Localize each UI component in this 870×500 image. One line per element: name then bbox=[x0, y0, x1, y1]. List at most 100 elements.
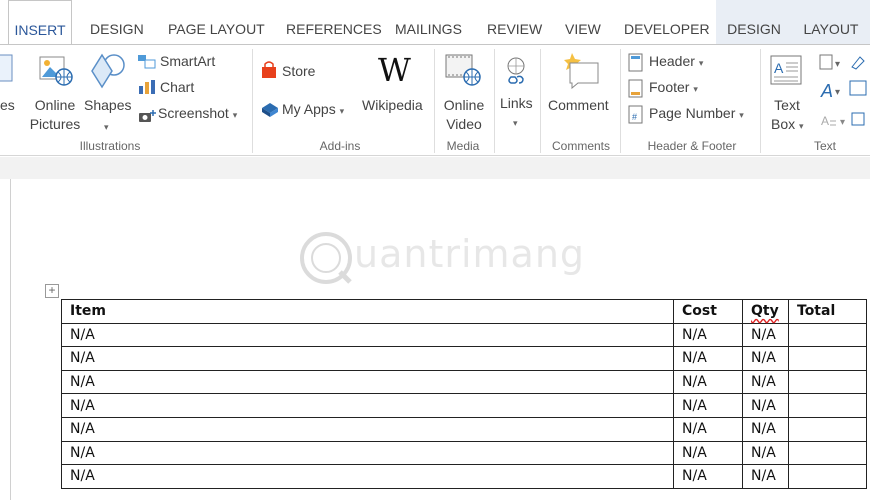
footer-icon bbox=[628, 79, 643, 98]
tab-review[interactable]: REVIEW bbox=[487, 0, 542, 44]
tab-mailings[interactable]: MAILINGS bbox=[395, 0, 462, 44]
screenshot-button[interactable]: Screenshot ▾ bbox=[158, 103, 237, 125]
my-apps-button[interactable]: My Apps ▾ bbox=[282, 99, 344, 121]
store-button[interactable]: Store bbox=[282, 61, 315, 81]
table-cell-qty[interactable]: N/A bbox=[742, 464, 789, 489]
comment-button[interactable]: Comment bbox=[548, 95, 609, 115]
chart-icon bbox=[139, 80, 155, 94]
table-cell-total[interactable] bbox=[788, 369, 867, 395]
online-pictures-label-2[interactable]: Pictures bbox=[28, 114, 82, 134]
table-cell-item[interactable]: N/A bbox=[61, 369, 674, 395]
tab-references[interactable]: REFERENCES bbox=[286, 0, 382, 44]
table-header-row: Item Cost Qty Total bbox=[61, 299, 867, 324]
svg-text:▾: ▾ bbox=[835, 87, 840, 98]
my-apps-icon bbox=[262, 103, 278, 117]
header-dropdown-icon: ▾ bbox=[698, 58, 704, 68]
table-cell-total[interactable] bbox=[788, 464, 867, 489]
footer-button[interactable]: Footer ▾ bbox=[649, 77, 698, 99]
table-cell-item[interactable]: N/A bbox=[61, 393, 674, 418]
header-cell-total[interactable]: Total bbox=[788, 299, 867, 324]
online-pictures-label-1[interactable]: Online bbox=[30, 95, 80, 115]
table-cell-qty[interactable]: N/A bbox=[742, 369, 789, 395]
group-label-addins: Add-ins bbox=[319, 139, 361, 153]
table-row: N/A N/A N/A bbox=[61, 393, 867, 418]
table-cell-cost[interactable]: N/A bbox=[673, 416, 743, 442]
table-cell-item[interactable]: N/A bbox=[61, 416, 674, 442]
online-video-icon[interactable] bbox=[444, 53, 484, 89]
svg-text:▾: ▾ bbox=[840, 117, 845, 128]
page-number-button[interactable]: Page Number ▾ bbox=[649, 103, 744, 125]
data-table[interactable]: Item Cost Qty Total N/A N/A N/A N/A N/A N/A N/… bbox=[61, 299, 867, 489]
table-cell-qty[interactable]: N/A bbox=[742, 346, 789, 371]
screenshot-icon bbox=[139, 110, 156, 122]
table-cell-cost[interactable]: N/A bbox=[673, 464, 743, 489]
text-box-label-2[interactable]: Box ▾ bbox=[771, 114, 804, 136]
table-row: N/A N/A N/A bbox=[61, 369, 867, 395]
table-cell-qty[interactable]: N/A bbox=[742, 322, 789, 348]
tab-table-layout[interactable]: LAYOUT bbox=[792, 0, 870, 44]
svg-text:▾: ▾ bbox=[835, 59, 840, 70]
text-box-icon[interactable]: A bbox=[770, 55, 804, 89]
links-label[interactable]: Links bbox=[500, 93, 533, 113]
table-cell-cost[interactable]: N/A bbox=[673, 346, 743, 371]
header-button[interactable]: Header ▾ bbox=[649, 51, 703, 73]
table-row: N/A N/A N/A bbox=[61, 416, 867, 442]
wikipedia-button[interactable]: Wikipedia bbox=[362, 95, 423, 115]
table-cell-total[interactable] bbox=[788, 346, 867, 371]
shapes-icon[interactable] bbox=[88, 51, 128, 89]
table-cell-item[interactable]: N/A bbox=[61, 346, 674, 371]
table-cell-total[interactable] bbox=[788, 322, 867, 348]
group-separator bbox=[540, 49, 541, 153]
table-cell-cost[interactable]: N/A bbox=[673, 369, 743, 395]
my-apps-label: My Apps bbox=[282, 101, 336, 117]
table-cell-qty[interactable]: N/A bbox=[742, 393, 789, 418]
header-cell-qty[interactable]: Qty bbox=[742, 299, 789, 324]
wikipedia-icon: W bbox=[378, 51, 411, 89]
svg-text:#: # bbox=[632, 112, 637, 122]
smartart-button[interactable]: SmartArt bbox=[160, 51, 215, 71]
tab-developer[interactable]: DEVELOPER bbox=[624, 0, 710, 44]
store-icon bbox=[262, 61, 276, 78]
table-cell-item[interactable]: N/A bbox=[61, 464, 674, 489]
header-label: Header bbox=[649, 53, 695, 69]
links-icon[interactable] bbox=[503, 55, 531, 85]
chart-button[interactable]: Chart bbox=[160, 77, 194, 97]
table-cell-item[interactable]: N/A bbox=[61, 440, 674, 466]
shapes-label[interactable]: Shapes bbox=[84, 95, 131, 115]
comment-icon[interactable] bbox=[560, 49, 602, 89]
tab-design[interactable]: DESIGN bbox=[90, 0, 144, 44]
online-pictures-icon[interactable] bbox=[38, 53, 74, 89]
table-cell-total[interactable] bbox=[788, 393, 867, 418]
table-cell-cost[interactable]: N/A bbox=[673, 440, 743, 466]
table-cell-cost[interactable]: N/A bbox=[673, 322, 743, 348]
text-tools-icons[interactable]: ▾ A ▾ A ▾ bbox=[818, 51, 870, 131]
table-cell-cost[interactable]: N/A bbox=[673, 393, 743, 418]
smartart-icon bbox=[138, 55, 156, 69]
footer-dropdown-icon: ▾ bbox=[693, 84, 698, 94]
online-video-label-1[interactable]: Online bbox=[438, 95, 490, 115]
table-row: N/A N/A N/A bbox=[61, 440, 867, 466]
shapes-dropdown-icon[interactable]: ▾ bbox=[104, 117, 109, 137]
page-number-dropdown-icon: ▾ bbox=[739, 110, 744, 120]
tab-view[interactable]: VIEW bbox=[565, 0, 601, 44]
group-separator bbox=[494, 49, 495, 153]
text-box-label-1[interactable]: Text bbox=[766, 95, 808, 115]
table-cell-item[interactable]: N/A bbox=[61, 322, 674, 348]
tab-table-design[interactable]: DESIGN bbox=[716, 0, 792, 44]
links-dropdown-icon[interactable]: ▾ bbox=[513, 113, 518, 133]
tab-insert[interactable]: INSERT bbox=[8, 0, 72, 44]
online-video-label-2[interactable]: Video bbox=[438, 114, 490, 134]
page-number-icon: # bbox=[628, 105, 643, 124]
pictures-button-label[interactable]: es bbox=[0, 95, 15, 115]
header-cell-qty-text: Qty bbox=[751, 303, 779, 320]
table-cell-qty[interactable]: N/A bbox=[742, 440, 789, 466]
table-move-handle[interactable]: + bbox=[45, 284, 59, 298]
table-cell-total[interactable] bbox=[788, 440, 867, 466]
header-cell-item[interactable]: Item bbox=[61, 299, 674, 324]
header-cell-cost[interactable]: Cost bbox=[673, 299, 743, 324]
table-cell-qty[interactable]: N/A bbox=[742, 416, 789, 442]
group-separator bbox=[252, 49, 253, 153]
svg-text:A: A bbox=[820, 81, 833, 101]
table-cell-total[interactable] bbox=[788, 416, 867, 442]
tab-page-layout[interactable]: PAGE LAYOUT bbox=[168, 0, 265, 44]
